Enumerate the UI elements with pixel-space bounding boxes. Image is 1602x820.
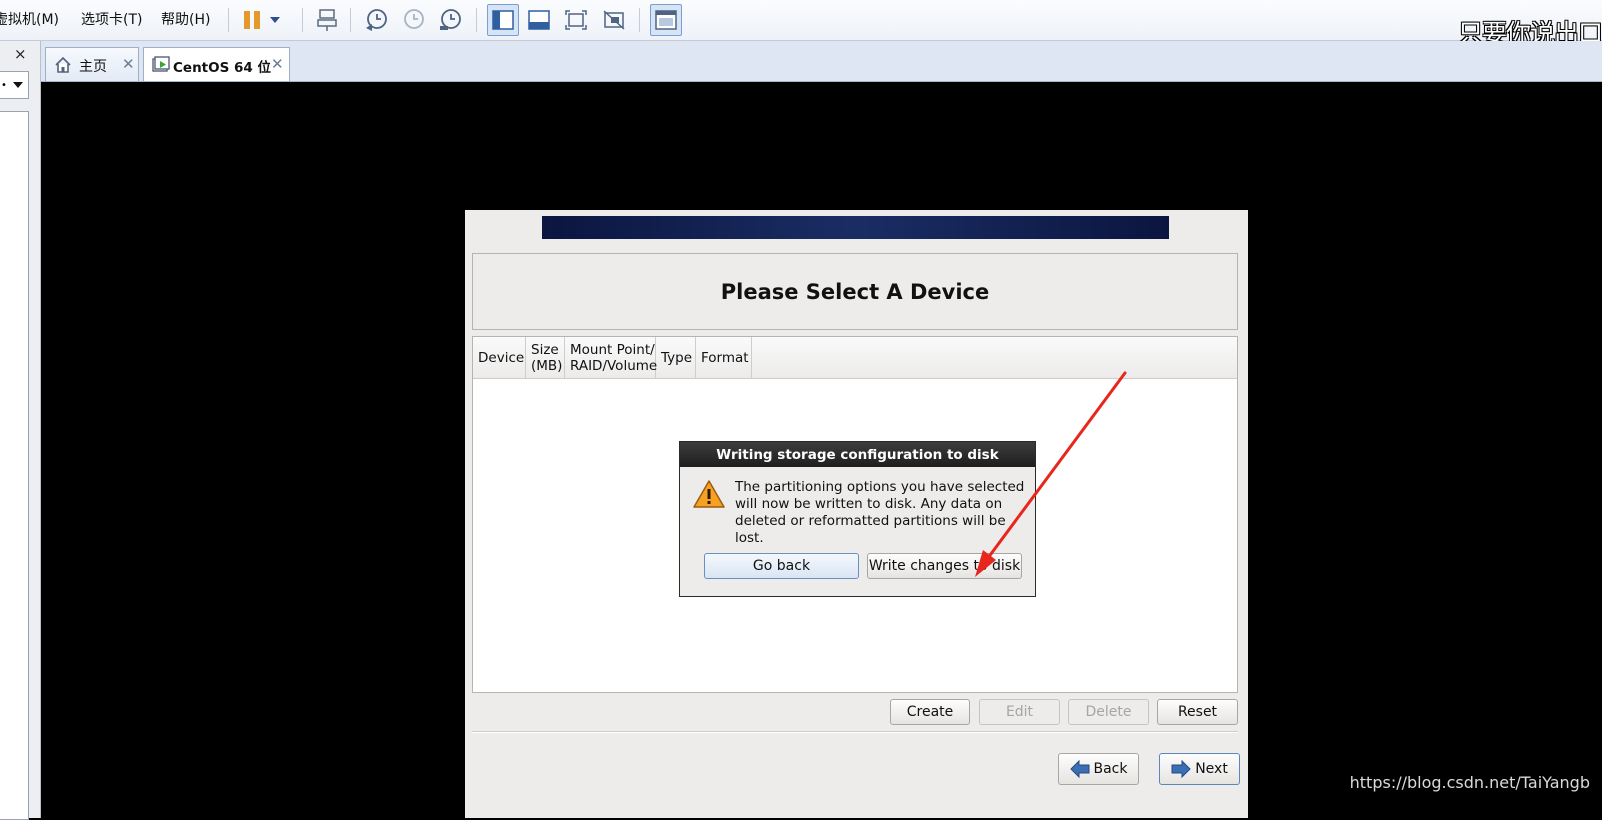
- library-layout-icon: [492, 10, 514, 30]
- show-library-button[interactable]: [487, 4, 519, 36]
- back-button[interactable]: Back: [1058, 753, 1139, 785]
- tab-centos[interactable]: CentOS 64 位 ✕: [143, 47, 290, 81]
- warning-icon: [693, 480, 725, 508]
- main-toolbar: 虚拟机(M) 选项卡(T) 帮助(H) 只要你说出口: [0, 0, 1602, 48]
- chevron-down-icon: [270, 17, 280, 23]
- menu-vm[interactable]: 虚拟机(M): [0, 9, 59, 29]
- device-table-header: Device Size (MB) Mount Point/ RAID/Volum…: [473, 337, 1237, 379]
- column-device-label: Device: [478, 349, 525, 366]
- library-tree[interactable]: [0, 111, 29, 820]
- column-type-label: Type: [661, 349, 693, 366]
- next-button-label: Next: [1195, 761, 1228, 777]
- tab-centos-label: CentOS 64 位: [173, 60, 272, 76]
- installer-banner: [542, 216, 1169, 239]
- home-icon: [55, 56, 71, 73]
- installer-separator: [472, 731, 1238, 733]
- toolbar-separator: [476, 8, 477, 32]
- snapshot-manager-button[interactable]: [436, 7, 464, 33]
- toolbar-separator: [302, 8, 303, 32]
- column-size[interactable]: Size (MB): [526, 337, 565, 378]
- console-view-button[interactable]: [650, 4, 682, 36]
- title-box: Please Select A Device: [472, 253, 1238, 330]
- menu-help[interactable]: 帮助(H): [161, 9, 210, 29]
- pause-button[interactable]: [238, 7, 266, 33]
- column-device[interactable]: Device: [473, 337, 526, 378]
- library-search-dropdown[interactable]: •: [0, 71, 29, 99]
- snapshot-clock-icon: [366, 9, 387, 31]
- thumbnail-bar-icon: [528, 10, 550, 30]
- full-screen-icon: [565, 10, 587, 30]
- tab-strip: 主页 ✕ CentOS 64 位 ✕: [41, 41, 1602, 82]
- full-screen-button[interactable]: [562, 7, 590, 33]
- power-dropdown-button[interactable]: [266, 7, 284, 33]
- toolbar-separator: [350, 8, 351, 32]
- toolbar-separator: [228, 8, 229, 32]
- delete-button[interactable]: Delete: [1068, 699, 1149, 725]
- dialog-message: The partitioning options you have select…: [735, 479, 1025, 546]
- column-mount-point-label: Mount Point/: [570, 341, 655, 358]
- vmware-workstation-window: 虚拟机(M) 选项卡(T) 帮助(H) 只要你说出口 × • 主页 ✕ Cent…: [0, 0, 1602, 820]
- column-type[interactable]: Type: [656, 337, 696, 378]
- revert-snapshot-button[interactable]: [399, 7, 427, 33]
- column-format-label: Format: [701, 349, 749, 366]
- reset-button[interactable]: Reset: [1157, 699, 1238, 725]
- tab-home-label: 主页: [79, 59, 107, 75]
- send-ctrl-alt-del-button[interactable]: [313, 7, 341, 33]
- write-storage-dialog: Writing storage configuration to disk Th…: [679, 441, 1036, 597]
- column-mount-point[interactable]: Mount Point/ RAID/Volume: [565, 337, 658, 378]
- next-button[interactable]: Next: [1159, 753, 1240, 785]
- column-size-unit: (MB): [531, 357, 563, 374]
- pause-icon: [244, 11, 260, 29]
- edit-button[interactable]: Edit: [979, 699, 1060, 725]
- menu-tabs[interactable]: 选项卡(T): [81, 9, 142, 29]
- go-back-button[interactable]: Go back: [704, 553, 859, 579]
- tab-home-close-icon[interactable]: ✕: [122, 55, 135, 73]
- column-format[interactable]: Format: [696, 337, 752, 378]
- back-button-label: Back: [1093, 761, 1128, 777]
- console-view-icon: [655, 10, 677, 30]
- create-button[interactable]: Create: [890, 699, 970, 725]
- vm-icon: [152, 56, 170, 72]
- watermark-bottom: https://blog.csdn.net/TaiYangb: [1349, 773, 1590, 792]
- unity-button[interactable]: [600, 7, 628, 33]
- tab-home[interactable]: 主页 ✕: [45, 47, 139, 81]
- dropdown-dot-icon: •: [1, 80, 7, 91]
- show-thumbnail-bar-button[interactable]: [525, 7, 553, 33]
- arrow-left-icon: [1069, 760, 1089, 778]
- column-mount-point-label-2: RAID/Volume: [570, 357, 658, 374]
- revert-clock-icon: [404, 9, 424, 29]
- toolbar-separator: [639, 8, 640, 32]
- chevron-down-icon: [13, 82, 23, 88]
- dialog-title: Writing storage configuration to disk: [680, 442, 1035, 467]
- network-keyboard-icon: [317, 9, 337, 31]
- snapshot-button[interactable]: [362, 7, 390, 33]
- unity-icon: [603, 10, 625, 30]
- library-panel: × •: [0, 41, 41, 820]
- page-title: Please Select A Device: [720, 279, 990, 304]
- snapshot-manager-icon: [440, 9, 461, 30]
- library-close-button[interactable]: ×: [14, 45, 27, 63]
- write-changes-button[interactable]: Write changes to disk: [867, 553, 1022, 579]
- arrow-right-icon: [1171, 760, 1191, 778]
- tab-centos-close-icon[interactable]: ✕: [271, 55, 284, 73]
- column-size-label: Size: [531, 341, 559, 358]
